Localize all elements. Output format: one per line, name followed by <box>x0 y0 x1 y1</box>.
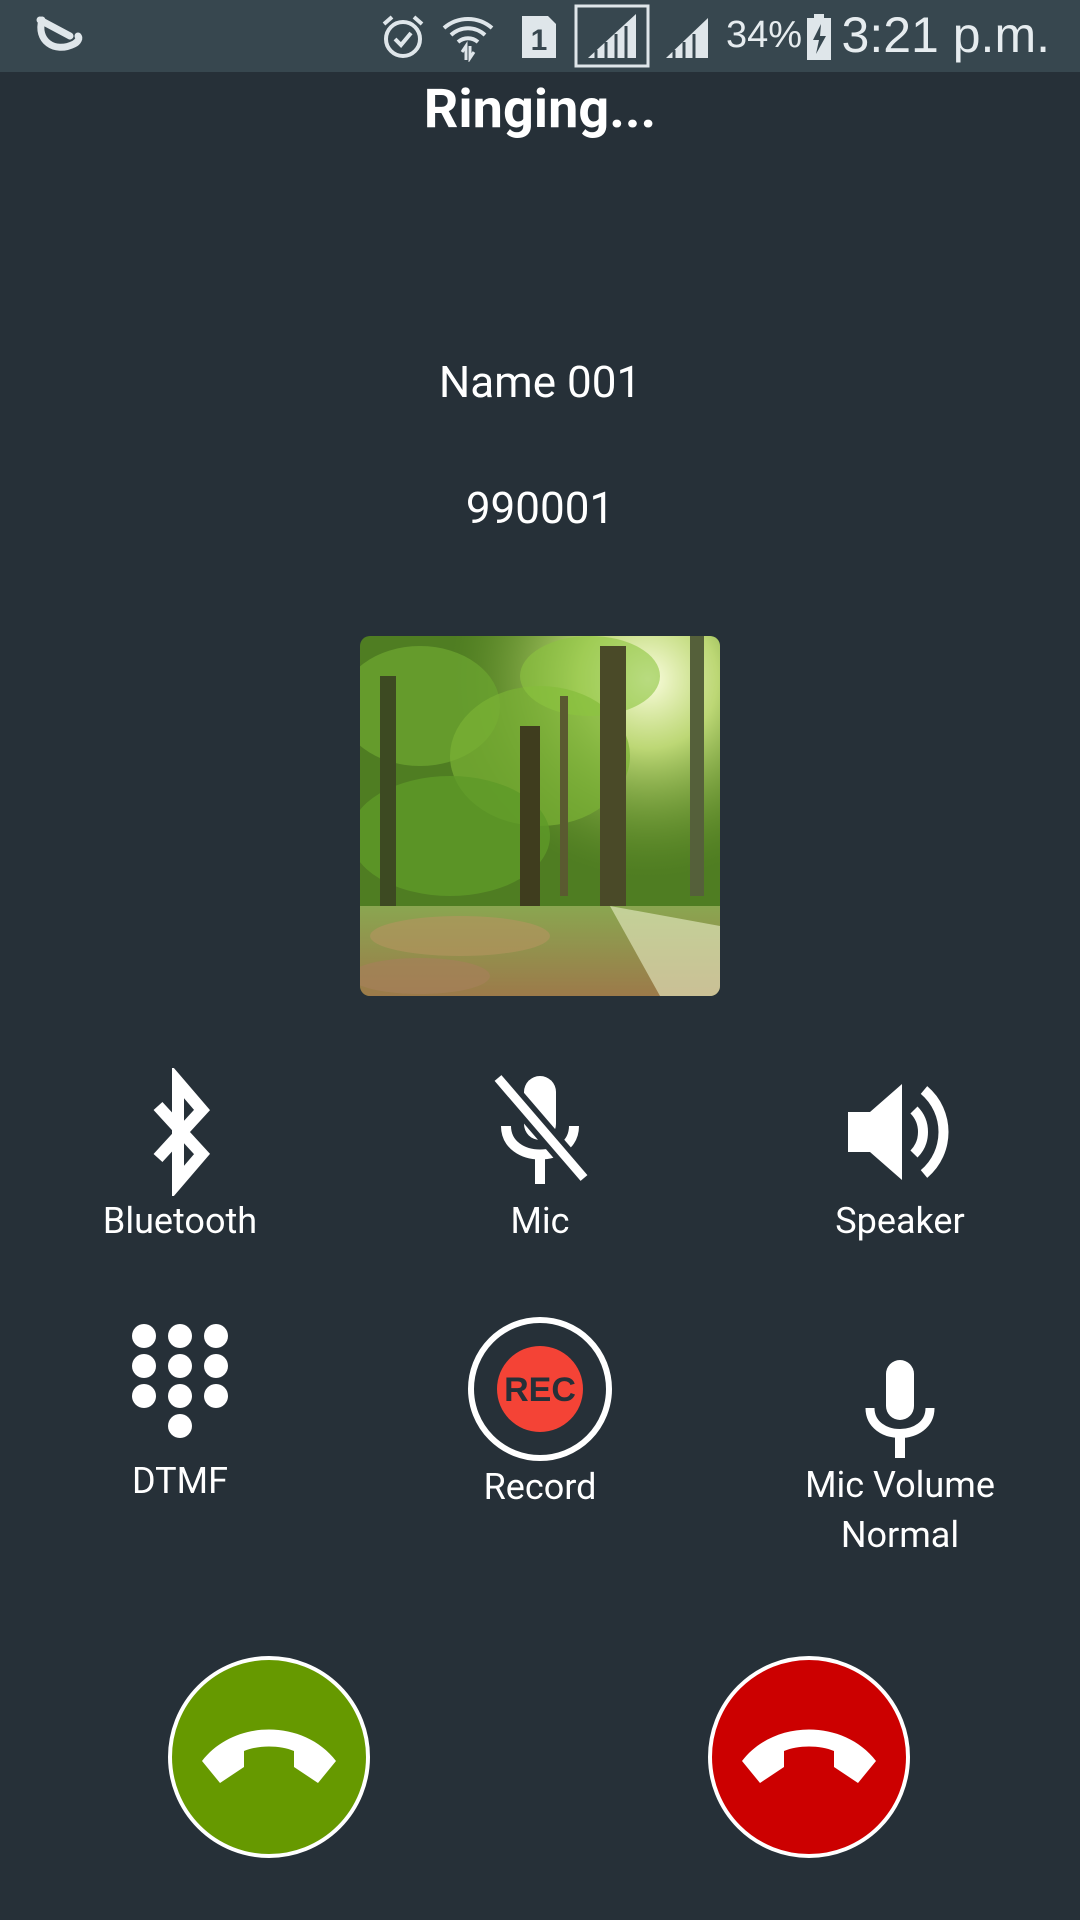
answer-button[interactable] <box>168 1656 370 1858</box>
mic-volume-button[interactable]: Mic Volume Normal <box>720 1356 1080 1560</box>
record-label: Record <box>483 1466 597 1508</box>
record-icon: REC <box>468 1317 612 1461</box>
bluetooth-label: Bluetooth <box>102 1200 258 1242</box>
record-badge-text: REC <box>504 1371 576 1409</box>
battery-charging-icon <box>807 14 831 60</box>
dialpad-icon <box>132 1324 228 1438</box>
speaker-label: Speaker <box>835 1200 965 1242</box>
battery-percent: 34% <box>726 14 803 56</box>
signal-sim2-icon <box>666 18 708 58</box>
sim-1-icon: 1 <box>522 16 556 58</box>
mic-volume-label: Mic Volume <box>805 1464 995 1506</box>
phone-answer-icon <box>202 1729 336 1783</box>
mic-off-icon <box>490 1071 592 1185</box>
mic-label: Mic <box>510 1200 570 1242</box>
wifi-icon <box>442 17 494 62</box>
caller-name: Name 001 <box>438 356 642 408</box>
call-state-label: Ringing... <box>423 78 657 141</box>
status-clock: 3:21 p.m. <box>841 7 1050 63</box>
mic-icon <box>865 1360 935 1458</box>
contact-photo <box>360 636 720 996</box>
signal-sim1-icon <box>574 4 650 68</box>
svg-text:1: 1 <box>531 24 548 57</box>
speaker-button[interactable]: Speaker <box>720 1068 1080 1246</box>
dtmf-label: DTMF <box>132 1460 228 1502</box>
bluetooth-button[interactable]: Bluetooth <box>0 1068 360 1246</box>
phone-hangup-icon <box>742 1729 876 1783</box>
alarm-icon <box>382 15 424 58</box>
status-bar: 1 34% 3:21 p.m. <box>0 0 1080 72</box>
bluetooth-icon <box>153 1068 211 1196</box>
caller-number: 990001 <box>465 482 615 534</box>
dtmf-button[interactable]: DTMF <box>0 1322 360 1506</box>
speaker-icon <box>848 1084 949 1180</box>
forest-photo <box>360 636 720 996</box>
app-logo-icon <box>36 16 83 51</box>
decline-button[interactable] <box>708 1656 910 1858</box>
mic-button[interactable]: Mic <box>360 1068 720 1246</box>
record-button[interactable]: REC Record <box>360 1316 720 1512</box>
mic-volume-level: Normal <box>840 1514 960 1556</box>
